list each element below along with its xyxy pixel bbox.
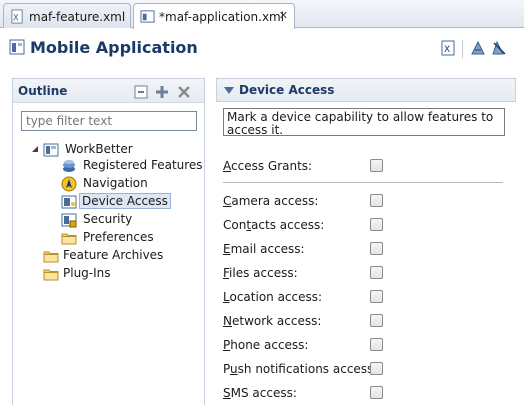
add-icon[interactable]	[155, 85, 169, 99]
push-notifications-access-checkbox[interactable]	[370, 362, 383, 375]
outline-title: Outline	[18, 84, 68, 98]
folder-icon	[61, 233, 77, 245]
tree-item-label: WorkBetter	[65, 142, 133, 156]
collapse-caret-icon[interactable]	[224, 87, 234, 94]
tree-item-label: Security	[83, 212, 133, 226]
section-description: Mark a device capability to allow featur…	[223, 108, 505, 136]
email-access-checkbox[interactable]	[370, 242, 383, 255]
svg-text:X: X	[13, 12, 19, 22]
tree-item-preferences[interactable]: Preferences	[61, 229, 201, 247]
phone-access-label: Phone access:	[223, 338, 309, 352]
tree-item-label: Feature Archives	[63, 248, 164, 262]
device-access-icon	[61, 195, 77, 209]
files-access-checkbox[interactable]	[370, 266, 383, 279]
editor-tab-bar: X maf-feature.xml *maf-application.xml ✕	[0, 0, 524, 29]
camera-access-label: Camera access:	[223, 194, 319, 208]
contacts-access-label: Contacts access:	[223, 218, 325, 232]
tree-item-label: Device Access	[79, 193, 171, 209]
xml-file-icon: X	[11, 9, 23, 24]
outline-header: Outline	[13, 79, 204, 103]
access-grants-checkbox[interactable]	[370, 159, 383, 172]
editor-header: Mobile Application X	[0, 29, 524, 69]
device-access-section: Device Access Mark a device capability t…	[216, 78, 524, 405]
section-header[interactable]: Device Access	[216, 78, 516, 102]
deploy-icon[interactable]	[470, 40, 486, 56]
tree-item-label: Registered Features	[83, 158, 203, 172]
folder-icon	[43, 251, 59, 263]
application-file-icon	[140, 10, 155, 23]
tree-item-security[interactable]: Security	[61, 211, 201, 229]
outline-panel: Outline WorkBetter Registered Fea	[12, 78, 205, 405]
contacts-access-checkbox[interactable]	[370, 218, 383, 231]
sms-access-checkbox[interactable]	[370, 386, 383, 399]
application-icon	[9, 39, 25, 55]
sms-access-label: SMS access:	[223, 386, 297, 400]
page-title: Mobile Application	[30, 38, 198, 57]
divider	[223, 182, 503, 183]
tree-item-label: Plug-Ins	[63, 266, 111, 280]
features-icon	[63, 160, 75, 172]
section-title: Device Access	[239, 83, 335, 97]
tree-item-label: Navigation	[83, 176, 148, 190]
tree-item-feature-archives[interactable]: Feature Archives	[43, 247, 203, 265]
network-access-label: Network access:	[223, 314, 322, 328]
expanded-twisty-icon[interactable]	[31, 145, 39, 153]
tree-item-label: Preferences	[83, 230, 154, 244]
disconnect-icon[interactable]	[491, 40, 507, 56]
collapse-all-icon[interactable]	[134, 85, 148, 99]
access-grants-label: Access Grants:	[223, 159, 313, 173]
location-access-checkbox[interactable]	[370, 290, 383, 303]
tree-item-device-access[interactable]: Device Access	[61, 193, 201, 211]
tree-item-navigation[interactable]: Navigation	[61, 175, 201, 193]
files-access-label: Files access:	[223, 266, 298, 280]
tab-maf-application[interactable]: *maf-application.xml ✕	[133, 3, 295, 29]
location-access-label: Location access:	[223, 290, 323, 304]
tree-item-registered-features[interactable]: Registered Features	[61, 157, 203, 175]
tab-maf-feature[interactable]: X maf-feature.xml	[3, 3, 131, 28]
tab-label: maf-feature.xml	[29, 10, 126, 24]
application-icon	[43, 143, 59, 157]
tab-label: *maf-application.xml	[159, 10, 285, 24]
phone-access-checkbox[interactable]	[370, 338, 383, 351]
push-notifications-access-label: Push notifications access:	[223, 362, 378, 376]
xml-source-icon[interactable]: X	[440, 40, 456, 56]
svg-text:X: X	[444, 45, 450, 55]
email-access-label: Email access:	[223, 242, 305, 256]
folder-icon	[43, 269, 59, 281]
header-separator	[462, 40, 463, 58]
network-access-checkbox[interactable]	[370, 314, 383, 327]
security-icon	[61, 213, 77, 228]
close-icon[interactable]: ✕	[279, 9, 288, 22]
tree-item-plug-ins[interactable]: Plug-Ins	[43, 265, 203, 283]
filter-input[interactable]	[21, 111, 197, 131]
navigation-icon	[61, 176, 77, 192]
delete-icon[interactable]	[177, 85, 191, 99]
camera-access-checkbox[interactable]	[370, 194, 383, 207]
